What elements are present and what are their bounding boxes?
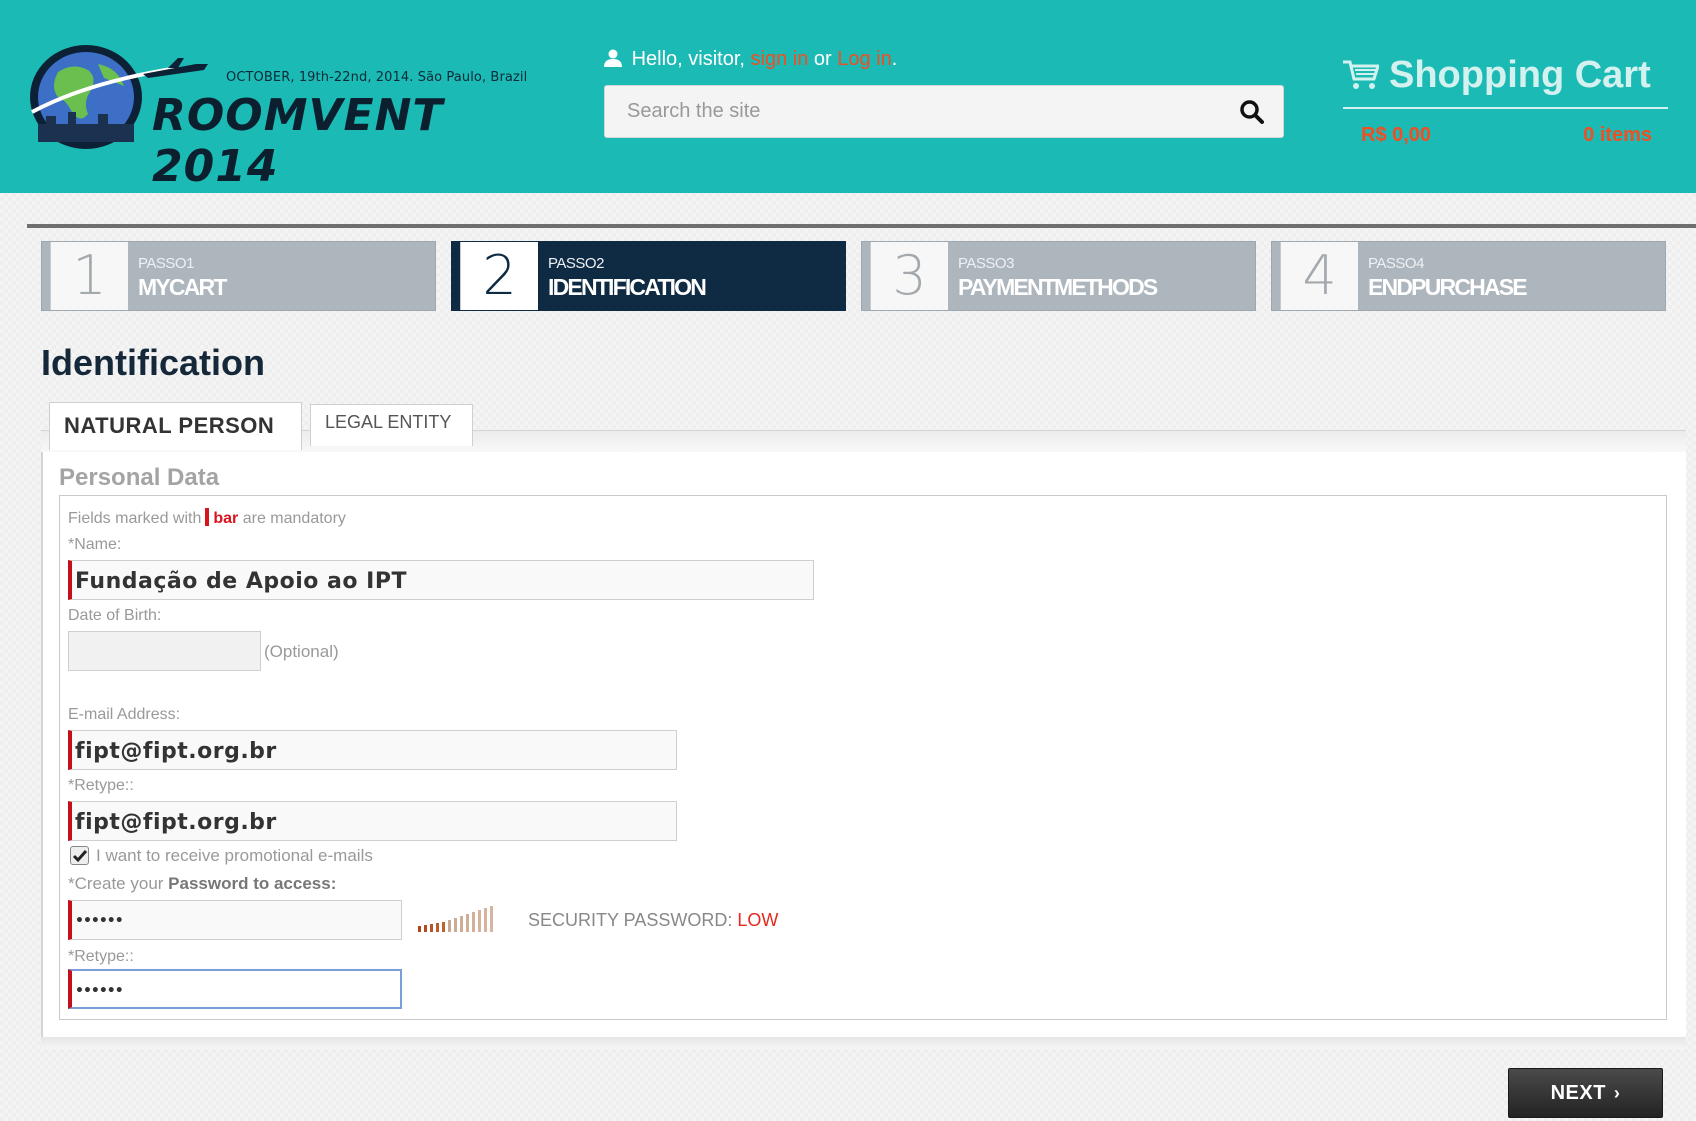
site-header: OCTOBER, 19th-22nd, 2014. São Paulo, Bra…: [0, 0, 1696, 193]
note-bar-word: bar: [213, 510, 239, 527]
promo-label[interactable]: I want to receive promotional e-mails: [96, 846, 373, 866]
step-name: MYCART: [138, 274, 227, 300]
promo-checkbox[interactable]: [70, 846, 89, 865]
strength-label: SECURITY PASSWORD:: [528, 910, 733, 930]
password-retype-label: *Retype::: [68, 948, 134, 965]
check-icon: [72, 850, 88, 863]
step-passo: PASSO3: [958, 255, 1014, 272]
page-title: Identification: [41, 342, 265, 383]
search-icon[interactable]: [1239, 99, 1265, 125]
note-prefix: Fields marked with: [68, 510, 202, 527]
password-label-bold: Password to access:: [168, 874, 337, 893]
cart-divider: [1343, 107, 1668, 109]
greeting-or: or: [813, 48, 832, 70]
password-label-prefix: *Create your: [68, 874, 164, 893]
email-label: E-mail Address:: [68, 706, 181, 723]
name-field[interactable]: Fundação de Apoio ao IPT: [68, 560, 814, 600]
roomvent-logo[interactable]: OCTOBER, 19th-22nd, 2014. São Paulo, Bra…: [28, 42, 548, 192]
cart-items-count: 0 items: [1583, 124, 1652, 146]
greeting-suffix: .: [891, 48, 898, 70]
dob-optional-note: (Optional): [264, 642, 339, 661]
chevron-right-icon: ›: [1613, 1083, 1621, 1103]
next-button[interactable]: NEXT ›: [1508, 1068, 1663, 1118]
step-name: IDENTIFICATION: [548, 274, 707, 300]
step-end-purchase[interactable]: 4 PASSO4 ENDPURCHASE: [1271, 241, 1666, 311]
sign-in-link[interactable]: sign in: [751, 48, 809, 70]
next-label: NEXT: [1550, 1082, 1606, 1104]
email-retype-label: *Retype::: [68, 777, 134, 794]
email-retype-field[interactable]: fipt@fipt.org.br: [68, 801, 677, 841]
step-number: 1: [50, 242, 128, 310]
step-passo: PASSO4: [1368, 255, 1424, 272]
dob-label: Date of Birth:: [68, 607, 162, 624]
cart-title-label: Shopping Cart: [1389, 54, 1651, 96]
mandatory-note: Fields marked with bar are mandatory: [68, 508, 346, 528]
mandatory-bar-sample: [205, 508, 210, 526]
content-top-rule: [27, 224, 1696, 228]
step-passo: PASSO1: [138, 255, 194, 272]
name-label: *Name:: [68, 536, 122, 553]
password-strength-text: SECURITY PASSWORD: LOW: [528, 910, 778, 931]
tab-natural-person[interactable]: NATURAL PERSON: [49, 402, 302, 450]
password-field[interactable]: ••••••: [68, 900, 402, 940]
note-suffix: are mandatory: [242, 510, 346, 527]
tab-legal-entity[interactable]: LEGAL ENTITY: [310, 404, 473, 446]
step-number: 2: [460, 242, 538, 310]
cart-total: R$ 0,00: [1361, 124, 1432, 146]
cart-title: Shopping Cart: [1343, 54, 1668, 97]
step-passo: PASSO2: [548, 255, 604, 272]
step-number: 4: [1280, 242, 1358, 310]
step-number: 3: [870, 242, 948, 310]
greeting-prefix: Hello, visitor,: [631, 48, 745, 70]
user-icon: [604, 49, 622, 67]
form-bottom-strip: [41, 1037, 1686, 1049]
step-name: ENDPURCHASE: [1368, 274, 1528, 300]
password-retype-field[interactable]: ••••••: [68, 969, 402, 1009]
step-name: PAYMENTMETHODS: [958, 274, 1158, 300]
search-input[interactable]: [605, 86, 1205, 137]
greeting: Hello, visitor, sign in or Log in.: [604, 48, 897, 71]
search-box: [604, 85, 1284, 138]
strength-value: LOW: [737, 910, 779, 930]
step-identification[interactable]: 2 PASSO2 IDENTIFICATION: [451, 241, 846, 311]
step-payment-methods[interactable]: 3 PASSO3 PAYMENTMETHODS: [861, 241, 1256, 311]
password-strength-meter: [418, 906, 493, 932]
email-field[interactable]: fipt@fipt.org.br: [68, 730, 677, 770]
shopping-cart[interactable]: Shopping Cart R$ 0,00 0 items: [1343, 54, 1668, 147]
password-label: *Create your Password to access:: [68, 874, 336, 894]
dob-field[interactable]: [68, 631, 261, 671]
section-title: Personal Data: [59, 464, 220, 491]
event-date: OCTOBER, 19th-22nd, 2014. São Paulo, Bra…: [226, 70, 528, 85]
cart-icon: [1343, 60, 1379, 89]
step-mycart[interactable]: 1 PASSO1 MYCART: [41, 241, 436, 311]
event-title: ROOMVENT 2014: [152, 90, 444, 192]
log-in-link[interactable]: Log in: [837, 48, 892, 70]
cart-summary: R$ 0,00 0 items: [1343, 124, 1668, 147]
